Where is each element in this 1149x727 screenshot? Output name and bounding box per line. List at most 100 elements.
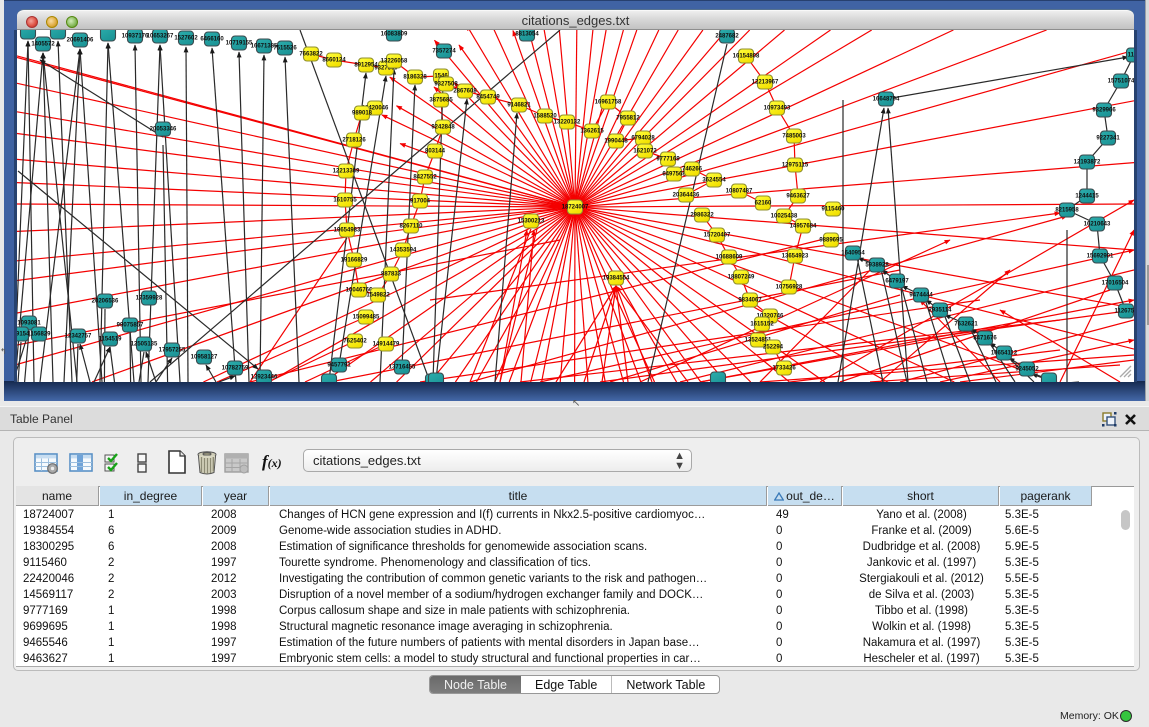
svg-text:3875685: 3875685 xyxy=(429,98,453,104)
svg-text:7663822: 7663822 xyxy=(299,52,323,58)
svg-text:1733426: 1733426 xyxy=(772,366,796,372)
svg-text:8471676: 8471676 xyxy=(973,336,997,342)
svg-text:8454749: 8454749 xyxy=(476,95,500,101)
svg-text:803144: 803144 xyxy=(425,149,446,155)
svg-text:1621072: 1621072 xyxy=(633,149,657,155)
svg-text:1640954: 1640954 xyxy=(841,251,865,257)
svg-text:1615152: 1615152 xyxy=(750,322,774,328)
svg-text:10025438: 10025438 xyxy=(771,214,798,220)
svg-text:1527602: 1527602 xyxy=(174,36,198,42)
svg-text:15099485: 15099485 xyxy=(353,315,380,321)
svg-text:12923446: 12923446 xyxy=(251,375,278,381)
svg-text:17359928: 17359928 xyxy=(136,296,163,302)
svg-text:8186328: 8186328 xyxy=(403,75,427,81)
svg-text:15692901: 15692901 xyxy=(1087,254,1114,260)
svg-text:18807249: 18807249 xyxy=(728,275,755,281)
svg-text:10653267: 10653267 xyxy=(147,34,174,40)
svg-text:16083809: 16083809 xyxy=(381,32,408,38)
svg-text:20206536: 20206536 xyxy=(92,299,119,305)
svg-text:14957684: 14957684 xyxy=(790,224,817,230)
svg-text:9457791: 9457791 xyxy=(327,363,351,369)
svg-text:10937176: 10937176 xyxy=(122,34,149,40)
svg-text:20691406: 20691406 xyxy=(67,38,94,44)
svg-text:16210643: 16210643 xyxy=(1084,222,1111,228)
svg-text:10756928: 10756928 xyxy=(776,285,803,291)
svg-text:7625402: 7625402 xyxy=(343,339,367,345)
svg-text:8267110: 8267110 xyxy=(399,224,423,230)
svg-text:7515526: 7515526 xyxy=(273,46,297,52)
svg-text:5938928: 5938928 xyxy=(865,263,889,269)
svg-text:12193872: 12193872 xyxy=(1074,160,1101,166)
svg-text:12213967: 12213967 xyxy=(752,80,779,86)
svg-text:14353594: 14353594 xyxy=(390,248,417,254)
svg-text:16154808: 16154808 xyxy=(733,54,760,60)
svg-text:3624554: 3624554 xyxy=(702,178,726,184)
svg-text:1156829: 1156829 xyxy=(27,332,51,338)
svg-text:10654112: 10654112 xyxy=(991,351,1018,357)
svg-text:8427552: 8427552 xyxy=(413,175,437,181)
svg-text:12342757: 12342757 xyxy=(65,334,92,340)
svg-text:16961758: 16961758 xyxy=(595,100,622,106)
svg-text:7955812: 7955812 xyxy=(616,116,640,122)
svg-text:1093081: 1093081 xyxy=(17,321,41,327)
svg-text:18724007: 18724007 xyxy=(562,205,589,211)
svg-text:1154519: 1154519 xyxy=(98,337,122,343)
svg-text:1405572: 1405572 xyxy=(31,42,55,48)
svg-text:10688609: 10688609 xyxy=(716,255,743,261)
svg-text:14914479: 14914479 xyxy=(373,342,400,348)
svg-text:62160: 62160 xyxy=(755,201,772,207)
svg-text:917004: 917004 xyxy=(410,199,431,205)
svg-text:1362615: 1362615 xyxy=(580,129,604,135)
svg-text:9327508: 9327508 xyxy=(434,82,458,88)
svg-text:10973493: 10973493 xyxy=(764,106,791,112)
svg-text:746266: 746266 xyxy=(682,167,703,173)
svg-text:20053346: 20053346 xyxy=(150,127,177,133)
svg-text:8813054: 8813054 xyxy=(515,32,539,38)
svg-text:887833: 887833 xyxy=(381,272,402,278)
svg-text:1610755: 1610755 xyxy=(333,198,357,204)
svg-text:10807487: 10807487 xyxy=(726,189,753,195)
svg-text:9834067: 9834067 xyxy=(738,298,762,304)
svg-text:989018: 989018 xyxy=(352,111,373,117)
svg-text:13716455: 13716455 xyxy=(389,365,416,371)
svg-text:15751074: 15751074 xyxy=(1108,79,1134,85)
svg-text:9474444: 9474444 xyxy=(909,293,933,299)
svg-text:10782759: 10782759 xyxy=(222,366,249,372)
svg-text:12213369: 12213369 xyxy=(333,169,360,175)
svg-text:8215958: 8215958 xyxy=(1055,208,1079,214)
svg-text:99075857: 99075857 xyxy=(117,323,144,329)
svg-text:7632621: 7632621 xyxy=(954,322,978,328)
svg-text:2986322: 2986322 xyxy=(690,213,714,219)
svg-text:9329966: 9329966 xyxy=(1092,108,1116,114)
svg-text:6466160: 6466160 xyxy=(200,37,224,43)
svg-text:9227341: 9227341 xyxy=(1096,136,1120,142)
svg-text:6479197: 6479197 xyxy=(885,279,909,285)
svg-text:2867608: 2867608 xyxy=(453,89,477,95)
svg-text:15300213: 15300213 xyxy=(518,219,545,225)
svg-text:9115460: 9115460 xyxy=(821,207,845,213)
svg-text:13654923: 13654923 xyxy=(782,254,809,260)
svg-text:8660124: 8660124 xyxy=(322,58,346,64)
svg-text:6794028: 6794028 xyxy=(631,136,655,142)
svg-text:20364436: 20364436 xyxy=(673,193,700,199)
svg-text:1112: 1112 xyxy=(1128,53,1134,59)
svg-text:13226058: 13226058 xyxy=(381,59,408,65)
svg-text:10719155: 10719155 xyxy=(226,41,253,47)
svg-text:19654983: 19654983 xyxy=(334,228,361,234)
svg-text:1244415: 1244415 xyxy=(1075,194,1099,200)
svg-text:9463627: 9463627 xyxy=(786,194,810,200)
svg-text:7485003: 7485003 xyxy=(782,134,806,140)
svg-text:252294: 252294 xyxy=(763,345,784,351)
svg-text:1549822: 1549822 xyxy=(366,293,390,299)
svg-text:17016504: 17016504 xyxy=(1102,281,1129,287)
svg-text:17957255: 17957255 xyxy=(159,348,186,354)
svg-text:2718126: 2718126 xyxy=(342,138,366,144)
svg-text:1126753: 1126753 xyxy=(1114,309,1134,315)
svg-text:13220132: 13220132 xyxy=(554,120,581,126)
svg-text:2935114: 2935114 xyxy=(928,308,952,314)
svg-text:19384554: 19384554 xyxy=(603,276,630,282)
svg-text:15720407: 15720407 xyxy=(704,233,731,239)
svg-text:12505135: 12505135 xyxy=(131,342,158,348)
svg-text:1990448: 1990448 xyxy=(604,139,628,145)
svg-text:10958127: 10958127 xyxy=(191,355,218,361)
